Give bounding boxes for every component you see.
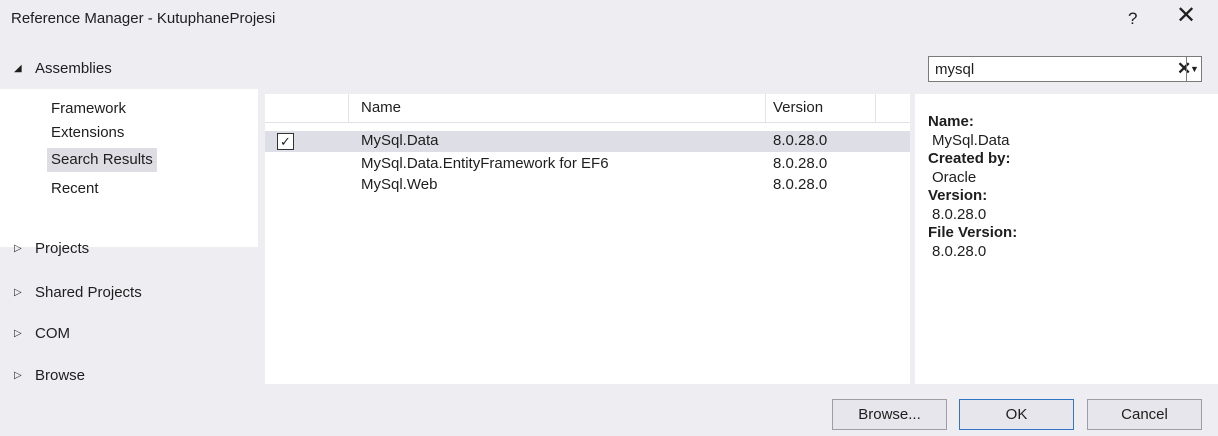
column-header-check[interactable] [265,94,349,122]
subitem-recent[interactable]: Recent [47,177,103,201]
cancel-button[interactable]: Cancel [1087,399,1202,430]
search-box: ✕ ▼ [928,56,1202,82]
row-version: 8.0.28.0 [773,132,828,149]
tree-node-browse[interactable]: ▷ Browse [0,362,85,388]
detail-file-version-value: 8.0.28.0 [932,243,987,260]
list-header: Name Version [265,94,910,123]
subitem-search-results[interactable]: Search Results [47,148,157,172]
assemblies-subitems: Framework Extensions Search Results Rece… [0,89,258,247]
list-row[interactable]: ✓ MySql.Data 8.0.28.0 [265,131,910,152]
collapsed-triangle-icon: ▷ [14,286,22,298]
row-name: MySql.Data.EntityFramework for EF6 [361,155,609,172]
search-input[interactable] [935,60,1160,78]
row-version: 8.0.28.0 [773,155,828,172]
list-row[interactable]: MySql.Data.EntityFramework for EF6 8.0.2… [265,154,910,175]
tree-node-com[interactable]: ▷ COM [0,320,70,346]
details-pane: Name: MySql.Data Created by: Oracle Vers… [915,94,1218,384]
column-header-name[interactable]: Name [349,94,964,122]
detail-version-value: 8.0.28.0 [932,206,987,223]
tree-node-shared-projects[interactable]: ▷ Shared Projects [0,279,142,305]
list-row[interactable]: MySql.Web 8.0.28.0 [265,175,910,196]
column-header-version-label: Version [773,99,824,116]
column-divider[interactable] [765,94,766,122]
row-name: MySql.Data [361,132,439,149]
window-title: Reference Manager - KutuphaneProjesi [11,10,276,27]
search-options-dropdown[interactable]: ▼ [1186,57,1202,81]
subitem-framework[interactable]: Framework [47,97,130,121]
collapsed-triangle-icon: ▷ [14,369,22,381]
row-version: 8.0.28.0 [773,176,828,193]
tree-node-label: Shared Projects [35,283,142,301]
detail-version-label: Version: [928,187,988,204]
tree-node-label: Browse [35,366,86,384]
column-header-name-label: Name [361,99,402,116]
ok-button[interactable]: OK [959,399,1074,430]
detail-created-by-value: Oracle [932,169,977,186]
detail-created-by-label: Created by: [928,150,1011,167]
column-divider[interactable] [875,94,876,122]
tree-node-assemblies[interactable]: ◢ Assemblies [0,55,112,81]
collapsed-triangle-icon: ▷ [14,242,22,254]
tree-node-projects[interactable]: ▷ Projects [0,235,89,261]
detail-file-version-label: File Version: [928,224,1018,241]
tree-node-label: COM [35,324,70,342]
detail-name-label: Name: [928,113,974,130]
browse-button[interactable]: Browse... [832,399,947,430]
category-tree: ◢ Assemblies Framework Extensions Search… [0,50,258,386]
help-button[interactable]: ? [1128,9,1137,29]
row-name: MySql.Web [361,176,438,193]
tree-node-label: Assemblies [35,59,112,77]
collapsed-triangle-icon: ▷ [14,327,22,339]
close-icon[interactable]: ✕ [1176,4,1196,28]
row-checkbox[interactable]: ✓ [277,133,294,150]
reference-list: Name Version ✓ MySql.Data 8.0.28.0 MySql… [265,94,910,384]
tree-node-label: Projects [35,239,90,257]
expanded-triangle-icon: ◢ [14,62,22,74]
detail-name-value: MySql.Data [932,132,1010,149]
subitem-extensions[interactable]: Extensions [47,121,128,145]
title-bar: Reference Manager - KutuphaneProjesi ? ✕ [0,0,1218,46]
